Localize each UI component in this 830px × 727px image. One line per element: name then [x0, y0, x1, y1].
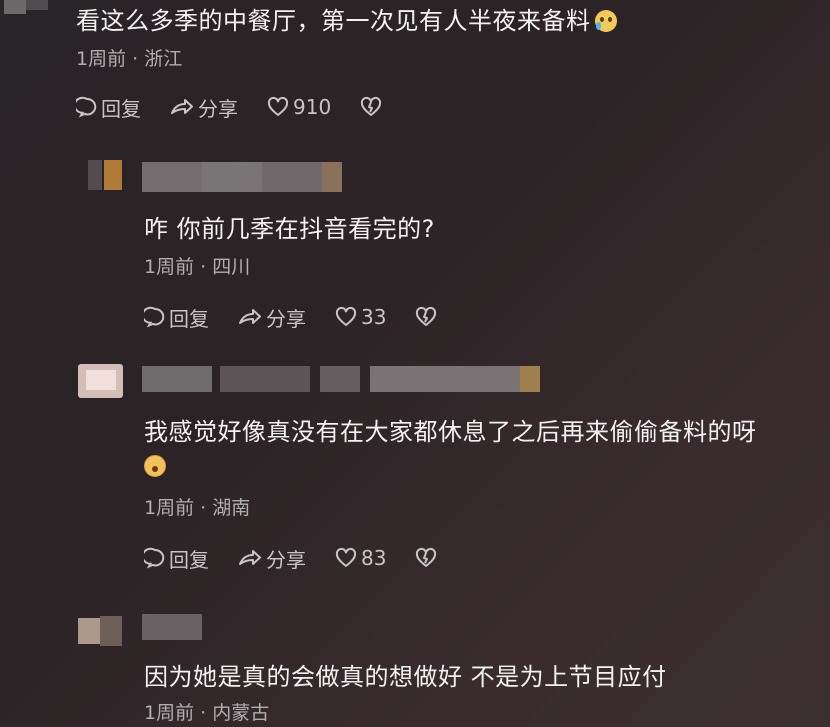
- comment-bubble-icon: [144, 547, 165, 569]
- comment-1: 看这么多季的中餐厅，第一次见有人半夜来备料 1周前 · 浙江 回复 分享 910: [76, 4, 816, 122]
- share-button[interactable]: 分享: [169, 93, 238, 122]
- heart-icon: [335, 306, 357, 326]
- comment-2: 咋 你前几季在抖音看完的? 1周前 · 四川 回复 分享 33: [144, 212, 804, 332]
- share-button[interactable]: 分享: [237, 544, 306, 573]
- reply-button[interactable]: 回复: [76, 93, 141, 122]
- like-count: 83: [361, 546, 387, 570]
- share-label: 分享: [198, 96, 238, 121]
- share-button[interactable]: 分享: [237, 303, 306, 332]
- comment-actions: 回复 分享 33: [144, 302, 804, 332]
- comment-bubble-icon: [76, 96, 97, 118]
- reply-label: 回复: [101, 96, 141, 121]
- dislike-button[interactable]: [414, 306, 441, 328]
- heart-icon: [267, 96, 289, 116]
- share-arrow-icon: [239, 309, 261, 324]
- dislike-button[interactable]: [359, 96, 386, 118]
- broken-heart-icon: [361, 96, 382, 116]
- share-arrow-icon: [171, 99, 193, 114]
- username-blurred[interactable]: [142, 162, 342, 192]
- dislike-button[interactable]: [414, 547, 441, 569]
- loudly-crying-face-icon: [594, 10, 617, 32]
- comment-meta: 1周前 · 四川: [144, 256, 251, 278]
- username-blurred[interactable]: [142, 366, 540, 392]
- astonished-face-icon: [144, 455, 166, 477]
- comment-actions: 回复 分享 910: [76, 92, 816, 122]
- share-label: 分享: [266, 547, 306, 572]
- comment-bubble-icon: [144, 306, 165, 328]
- avatar[interactable]: [78, 160, 123, 190]
- comment-text: 因为她是真的会做真的想做好 不是为上节目应付: [144, 663, 667, 691]
- broken-heart-icon: [416, 306, 437, 326]
- reply-button[interactable]: 回复: [144, 544, 209, 573]
- avatar[interactable]: [78, 612, 123, 652]
- reply-label: 回复: [169, 306, 209, 331]
- share-label: 分享: [266, 306, 306, 331]
- like-button[interactable]: 83: [334, 546, 386, 570]
- like-count: 33: [361, 305, 387, 329]
- reply-label: 回复: [169, 547, 209, 572]
- comment-emoji-row: [144, 455, 824, 481]
- comment-meta: 1周前 · 浙江: [76, 48, 183, 70]
- heart-icon: [335, 547, 357, 567]
- comment-4: 因为她是真的会做真的想做好 不是为上节目应付 1周前 · 内蒙古: [144, 660, 804, 726]
- comment-actions: 回复 分享 83: [144, 543, 824, 573]
- comment-text: 咋 你前几季在抖音看完的?: [144, 215, 435, 243]
- comment-text: 我感觉好像真没有在大家都休息了之后再来偷偷备料的呀: [144, 418, 757, 446]
- broken-heart-icon: [416, 547, 437, 567]
- comment-3: 我感觉好像真没有在大家都休息了之后再来偷偷备料的呀 1周前 · 湖南 回复 分享…: [144, 415, 824, 573]
- comment-text: 看这么多季的中餐厅，第一次见有人半夜来备料: [76, 4, 816, 38]
- comment-meta: 1周前 · 湖南: [144, 497, 251, 519]
- share-arrow-icon: [239, 550, 261, 565]
- avatar[interactable]: [4, 0, 48, 14]
- avatar[interactable]: [78, 358, 123, 404]
- username-blurred[interactable]: [142, 614, 202, 640]
- like-button[interactable]: 910: [266, 95, 331, 119]
- like-button[interactable]: 33: [334, 305, 386, 329]
- comment-meta: 1周前 · 内蒙古: [144, 702, 270, 724]
- reply-button[interactable]: 回复: [144, 303, 209, 332]
- like-count: 910: [293, 95, 332, 119]
